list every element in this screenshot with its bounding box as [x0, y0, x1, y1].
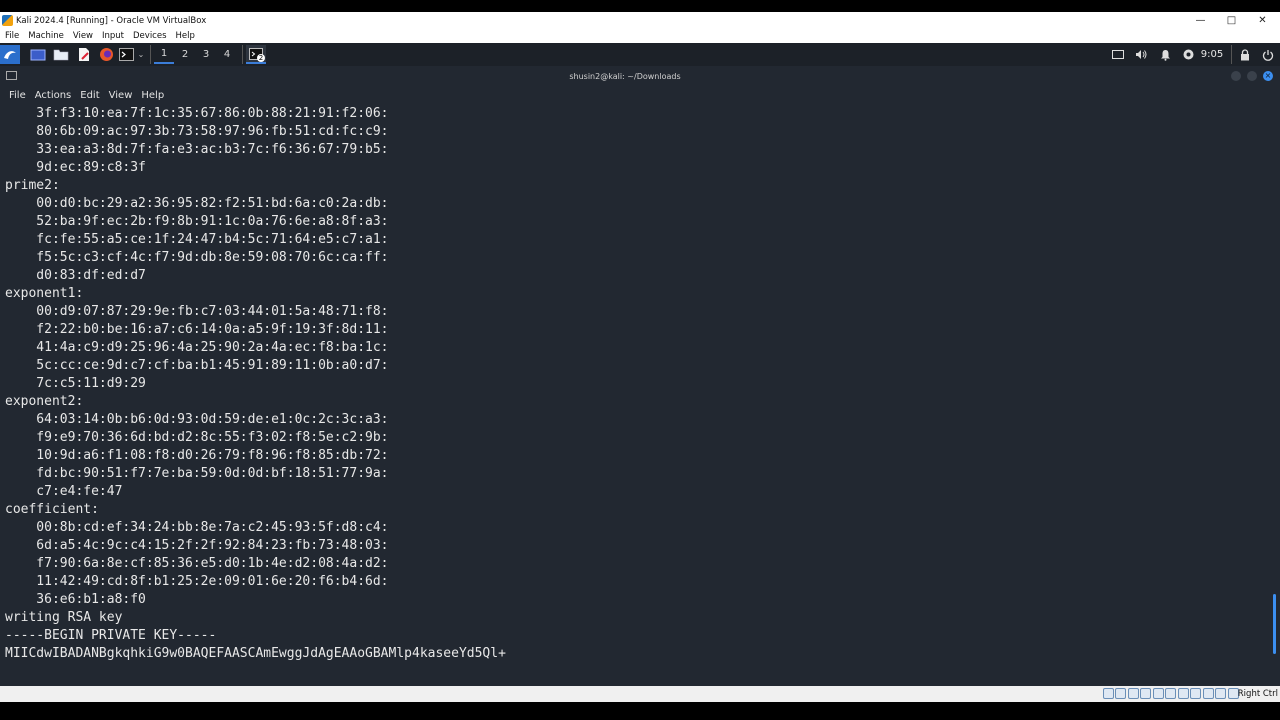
workspace-4[interactable]: 4: [217, 45, 237, 64]
terminal-menu-edit[interactable]: Edit: [80, 90, 99, 101]
terminal-line: 00:d0:bc:29:a2:36:95:82:f2:51:bd:6a:c0:2…: [5, 196, 389, 211]
usb-status-icon[interactable]: [1152, 688, 1164, 699]
mouse-integration-status-icon[interactable]: [1215, 688, 1226, 699]
power-icon[interactable]: [1260, 45, 1276, 64]
terminal-line: f9:e9:70:36:6d:bd:d2:8c:55:f3:02:f8:5e:c…: [5, 430, 389, 445]
terminal-line: coefficient:: [5, 502, 99, 517]
vbox-menu-machine[interactable]: Machine: [28, 31, 64, 41]
terminal-titlebar[interactable]: shusin2@kali: ~/Downloads ×: [0, 66, 1280, 86]
terminal-line: 00:8b:cd:ef:34:24:bb:8e:7a:c2:45:93:5f:d…: [5, 520, 389, 535]
optical-drive-status-icon[interactable]: [1115, 688, 1126, 699]
terminal-close-button[interactable]: ×: [1263, 71, 1273, 81]
lock-screen-icon[interactable]: [1237, 45, 1253, 64]
terminal-menu-actions[interactable]: Actions: [35, 90, 72, 101]
virtualbox-statusbar: Right Ctrl: [0, 686, 1280, 702]
terminal-title: shusin2@kali: ~/Downloads: [569, 72, 681, 81]
panel-separator: [1231, 45, 1232, 64]
vbox-menu-help[interactable]: Help: [176, 31, 195, 41]
terminal-menu-help[interactable]: Help: [141, 90, 164, 101]
terminal-line: 64:03:14:0b:b6:0d:93:0d:59:de:e1:0c:2c:3…: [5, 412, 389, 427]
virtualbox-app-icon: [2, 15, 13, 26]
text-editor-icon[interactable]: [74, 45, 94, 64]
panel-separator: [242, 45, 243, 64]
network-status-icon[interactable]: [1140, 688, 1151, 699]
recording-status-icon[interactable]: [1190, 688, 1201, 699]
terminal-line: f5:5c:c3:cf:4c:f7:9d:db:8e:59:08:70:6c:c…: [5, 250, 389, 265]
terminal-line: 5c:cc:ce:9d:c7:cf:ba:b1:45:91:89:11:0b:a…: [5, 358, 389, 373]
terminal-line: MIICdwIBADANBgkqhkiG9w0BAQEFAASCAmEwggJd…: [5, 646, 506, 661]
vbox-menu-view[interactable]: View: [73, 31, 93, 41]
terminal-line: exponent1:: [5, 286, 84, 301]
close-icon[interactable]: ✕: [1247, 12, 1278, 29]
terminal-window-count: 2: [257, 54, 265, 62]
terminal-line: d0:83:df:ed:d7: [5, 268, 146, 283]
terminal-line: 33:ea:a3:8d:7f:fa:e3:ac:b3:7c:f6:36:67:7…: [5, 142, 389, 157]
volume-icon[interactable]: [1133, 45, 1149, 64]
terminal-scrollbar[interactable]: [1273, 594, 1276, 654]
terminal-line: 80:6b:09:ac:97:3b:73:58:97:96:fb:51:cd:f…: [5, 124, 389, 139]
workspace-1[interactable]: 1: [154, 45, 174, 64]
terminal-line: 3f:f3:10:ea:7f:1c:35:67:86:0b:88:21:91:f…: [5, 106, 389, 121]
vbox-menu-devices[interactable]: Devices: [133, 31, 167, 41]
show-desktop-icon[interactable]: [28, 45, 48, 64]
terminal-menu-file[interactable]: File: [9, 90, 26, 101]
taskbar-terminal-window[interactable]: 2: [246, 45, 266, 64]
notification-bell-icon[interactable]: [1157, 45, 1173, 64]
terminal-line: fd:bc:90:51:f7:7e:ba:59:0d:0d:bf:18:51:7…: [5, 466, 389, 481]
terminal-line: writing RSA key: [5, 610, 123, 625]
terminal-line: c7:e4:fe:47: [5, 484, 123, 499]
terminal-line: prime2:: [5, 178, 60, 193]
terminal-menubar: File Actions Edit View Help: [0, 86, 1280, 104]
terminal-line: 52:ba:9f:ec:2b:f9:8b:91:1c:0a:76:6e:a8:8…: [5, 214, 389, 229]
terminal-line: 10:9d:a6:f1:08:f8:d0:26:79:f8:96:f8:85:d…: [5, 448, 389, 463]
vbox-menu-file[interactable]: File: [5, 31, 19, 41]
workspace-3[interactable]: 3: [196, 45, 216, 64]
panel-separator: [150, 45, 151, 64]
workspace-2[interactable]: 2: [175, 45, 195, 64]
terminal-line: -----BEGIN PRIVATE KEY-----: [5, 628, 217, 643]
terminal-menu-view[interactable]: View: [109, 90, 133, 101]
terminal-line: 36:e6:b1:a8:f0: [5, 592, 146, 607]
virtualbox-titlebar[interactable]: Kali 2024.4 [Running] - Oracle VM Virtua…: [0, 12, 1280, 29]
minimize-icon[interactable]: —: [1185, 12, 1216, 29]
host-key-label: Right Ctrl: [1237, 689, 1278, 699]
terminal-line: fc:fe:55:a5:ce:1f:24:47:b4:5c:71:64:e5:c…: [5, 232, 389, 247]
file-manager-icon[interactable]: [51, 45, 71, 64]
vbox-menu-input[interactable]: Input: [102, 31, 124, 41]
terminal-maximize-button[interactable]: [1247, 71, 1257, 81]
shared-folders-status-icon[interactable]: [1165, 688, 1176, 699]
terminal-minimize-button[interactable]: [1231, 71, 1241, 81]
audio-status-icon[interactable]: [1127, 688, 1139, 699]
terminal-output: 3f:f3:10:ea:7f:1c:35:67:86:0b:88:21:91:f…: [5, 105, 506, 663]
firefox-icon[interactable]: [96, 45, 116, 64]
terminal-launcher-icon[interactable]: [117, 45, 135, 64]
display-status-icon[interactable]: [1177, 688, 1189, 699]
kali-top-panel: ⌄ 1 2 3 4 2 9:05: [0, 43, 1280, 66]
terminal-line: f2:22:b0:be:16:a7:c6:14:0a:a5:9f:19:3f:8…: [5, 322, 389, 337]
terminal-output-area[interactable]: 3f:f3:10:ea:7f:1c:35:67:86:0b:88:21:91:f…: [0, 104, 1280, 686]
vbox-status-icons: [1102, 688, 1241, 699]
terminal-line: 7c:c5:11:d9:29: [5, 376, 146, 391]
top-letterbox: [0, 0, 1280, 12]
power-manager-icon[interactable]: [1181, 45, 1195, 64]
virtualbox-menubar: File Machine View Input Devices Help: [0, 29, 1280, 43]
chevron-down-icon[interactable]: ⌄: [135, 45, 147, 64]
terminal-line: 00:d9:07:87:29:9e:fb:c7:03:44:01:5a:48:7…: [5, 304, 389, 319]
bottom-letterbox: [0, 702, 1280, 720]
panel-clock[interactable]: 9:05: [1197, 45, 1227, 64]
terminal-line: 6d:a5:4c:9c:c4:15:2f:2f:92:84:23:fb:73:4…: [5, 538, 389, 553]
terminal-line: 9d:ec:89:c8:3f: [5, 160, 146, 175]
terminal-line: 11:42:49:cd:8f:b1:25:2e:09:01:6e:20:f6:b…: [5, 574, 389, 589]
window-title: Kali 2024.4 [Running] - Oracle VM Virtua…: [16, 15, 207, 26]
hard-disk-status-icon[interactable]: [1102, 688, 1114, 699]
maximize-icon[interactable]: □: [1216, 12, 1247, 29]
kali-menu-icon[interactable]: [0, 45, 20, 64]
display-icon[interactable]: [1110, 45, 1126, 64]
cpu-status-icon[interactable]: [1202, 688, 1214, 699]
terminal-line: exponent2:: [5, 394, 84, 409]
terminal-line: 41:4a:c9:d9:25:96:4a:25:90:2a:4a:ec:f8:b…: [5, 340, 389, 355]
terminal-line: f7:90:6a:8e:cf:85:36:e5:d0:1b:4e:d2:08:4…: [5, 556, 389, 571]
